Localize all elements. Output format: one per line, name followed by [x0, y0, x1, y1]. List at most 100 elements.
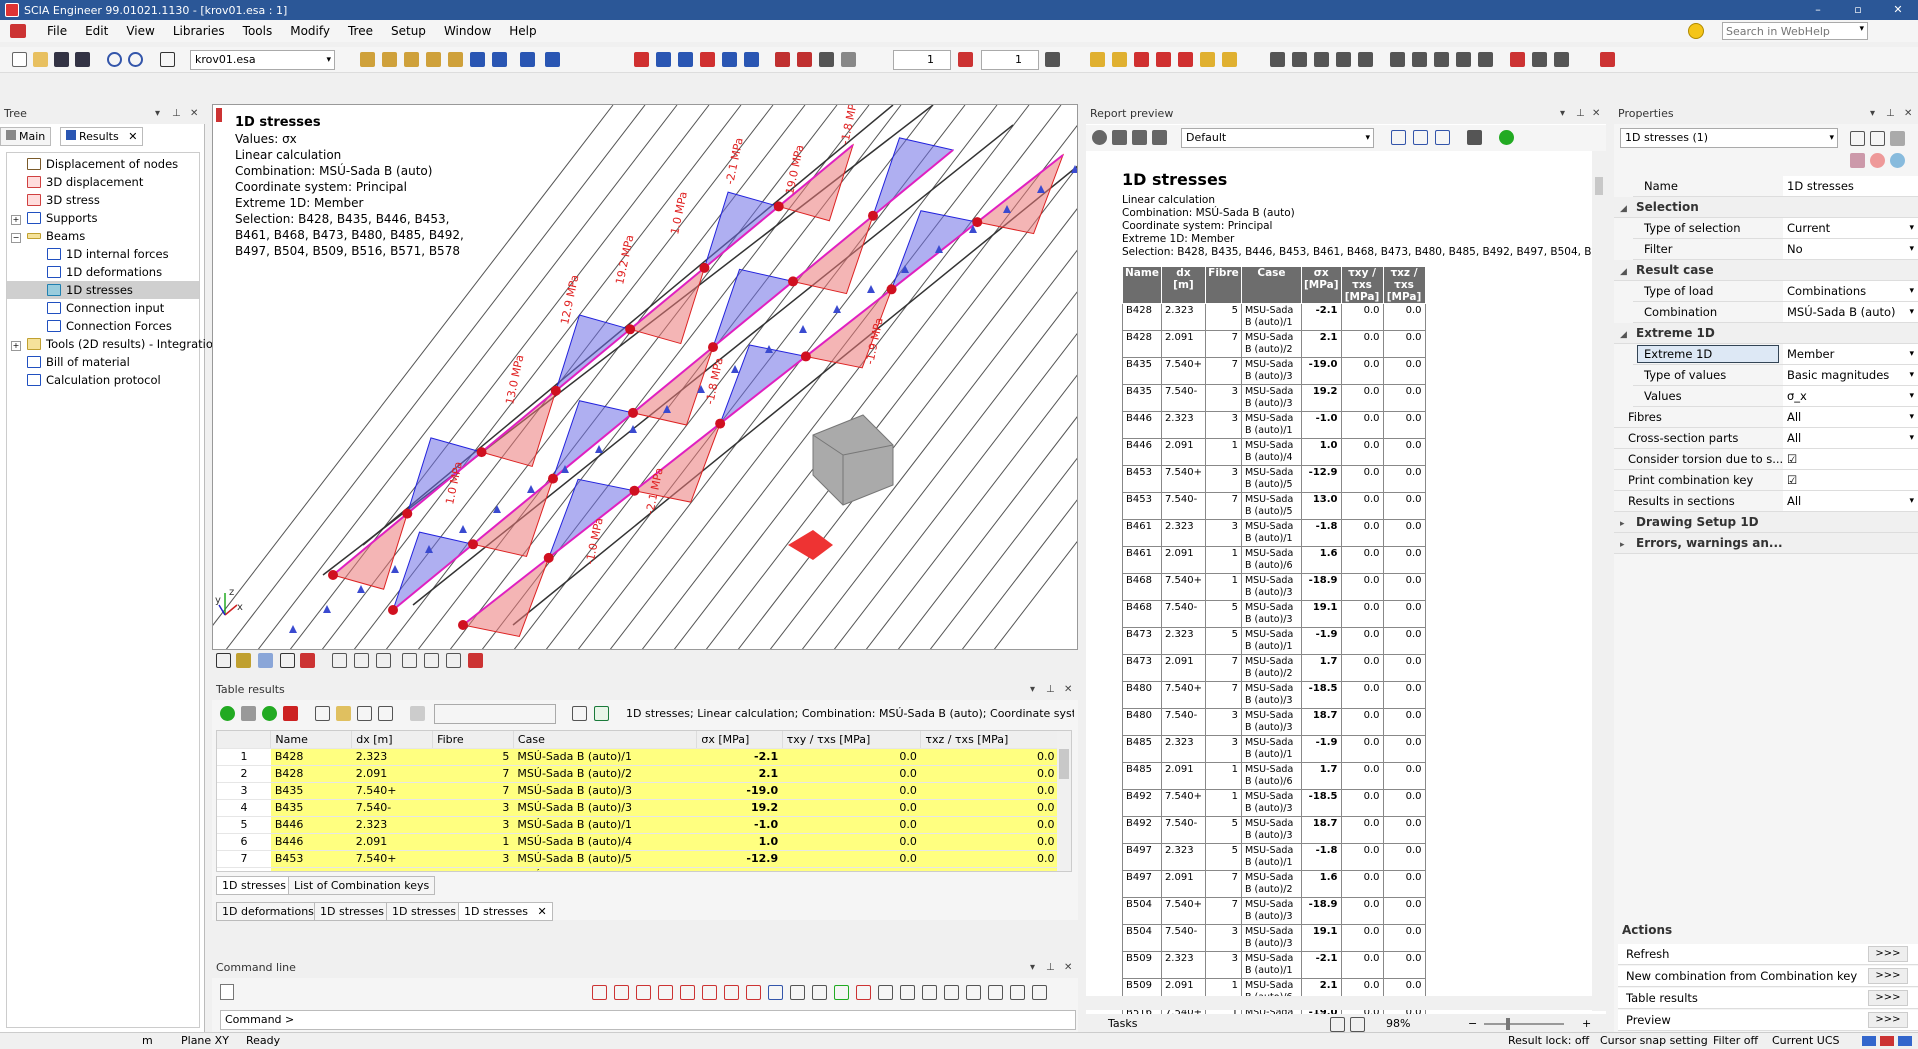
label-abc-icon[interactable]	[354, 653, 369, 668]
status-ucs[interactable]: Current UCS	[1772, 1033, 1840, 1049]
snap-tool-icon[interactable]	[636, 985, 651, 1000]
node-point[interactable]	[699, 262, 710, 273]
action-run-button[interactable]: >>>	[1868, 968, 1908, 984]
table-cell[interactable]: B428	[270, 748, 352, 766]
smiley-icon[interactable]	[1688, 23, 1704, 39]
node-point[interactable]	[715, 418, 726, 429]
menu-setup[interactable]: Setup	[382, 24, 435, 38]
command-input[interactable]: Command >	[220, 1010, 1076, 1030]
property-row[interactable]: Values σ_x ▾	[1633, 386, 1918, 407]
table-cell[interactable]: 0.0	[782, 867, 921, 871]
close-icon[interactable]: ✕	[1904, 104, 1912, 124]
display-tool-icon[interactable]	[1178, 52, 1193, 67]
view-tool-icon[interactable]	[841, 52, 856, 67]
table-cell[interactable]: 3	[432, 799, 514, 817]
node-point[interactable]	[543, 552, 554, 563]
settings-icon[interactable]	[1112, 130, 1127, 145]
refresh-green-icon[interactable]	[1499, 130, 1514, 145]
close-icon[interactable]: ✕	[128, 130, 137, 143]
property-row[interactable]: Type of values Basic magnitudes ▾	[1633, 365, 1918, 386]
table-cell[interactable]: MSÚ-Sada B (auto)/5	[513, 867, 697, 871]
table-cell[interactable]: 0.0	[782, 765, 921, 783]
table-cell[interactable]: 6	[217, 833, 271, 851]
tree-item-displacement-of-nodes[interactable]: Displacement of nodes	[27, 155, 178, 173]
new-file-icon[interactable]	[12, 52, 27, 67]
close-icon[interactable]: ✕	[190, 104, 198, 124]
structure-tool-icon[interactable]	[404, 52, 419, 67]
tension-diagram[interactable]	[331, 512, 409, 590]
chevron-down-icon[interactable]: ▾	[1909, 344, 1914, 364]
save-icon[interactable]	[54, 52, 69, 67]
doc-tab-1d-stresses[interactable]: 1D stresses	[314, 902, 391, 921]
menu-tools[interactable]: Tools	[234, 24, 282, 38]
snap-tool-icon[interactable]	[658, 985, 673, 1000]
support-symbol[interactable]	[595, 445, 603, 453]
table-cell[interactable]: B428	[270, 765, 352, 783]
snap-tool-icon[interactable]	[768, 985, 783, 1000]
color-icon[interactable]	[1890, 153, 1905, 168]
activity-icon[interactable]	[958, 52, 973, 67]
column-header[interactable]: Case	[513, 731, 698, 749]
layout-icon[interactable]	[1413, 130, 1428, 145]
table-cell[interactable]: 0.0	[782, 748, 921, 766]
table-cell[interactable]: 19.2	[696, 799, 783, 817]
column-header[interactable]	[217, 731, 272, 749]
node-point[interactable]	[388, 605, 398, 615]
action-row[interactable]: Refresh >>>	[1618, 944, 1918, 965]
table-cell[interactable]: 7	[217, 850, 271, 868]
table-cell[interactable]: MSÚ-Sada B (auto)/4	[513, 833, 697, 851]
support-symbol[interactable]	[323, 605, 331, 613]
chevron-down-icon[interactable]: ▾	[1909, 365, 1914, 385]
tension-diagram[interactable]	[629, 266, 706, 345]
zoom-slider[interactable]	[1484, 1023, 1564, 1025]
property-value[interactable]: Member ▾	[1783, 344, 1918, 364]
node-point[interactable]	[773, 201, 784, 212]
menu-edit[interactable]: Edit	[76, 24, 117, 38]
view-mode-icon[interactable]	[258, 653, 273, 668]
table-cell[interactable]: 3	[432, 850, 514, 868]
pin-icon[interactable]: ⊥	[172, 104, 181, 124]
print-icon[interactable]	[1478, 52, 1493, 67]
property-row[interactable]: Results in sections All ▾	[1614, 491, 1918, 512]
node-point[interactable]	[708, 342, 718, 353]
snap-tool-icon[interactable]	[680, 985, 695, 1000]
open-folder-icon[interactable]	[33, 52, 48, 67]
tree-item-bill-of-material[interactable]: Bill of material	[27, 353, 130, 371]
node-point[interactable]	[328, 570, 338, 580]
table-cell[interactable]: 1.0	[696, 833, 783, 851]
chevron-down-icon[interactable]: ▾	[1909, 218, 1914, 238]
label-abc-icon[interactable]	[332, 653, 347, 668]
table-cell[interactable]: MSÚ-Sada B (auto)/2	[513, 765, 697, 783]
status-unit[interactable]: m	[142, 1033, 153, 1049]
node-point[interactable]	[468, 539, 478, 550]
refresh-green-icon[interactable]	[220, 706, 235, 721]
table-cell[interactable]: 2.091	[351, 833, 433, 851]
view-tool-icon[interactable]	[775, 52, 790, 67]
zoom-out-icon[interactable]: −	[1468, 1014, 1477, 1034]
compression-diagram[interactable]	[871, 137, 955, 218]
compression-diagram[interactable]	[554, 314, 632, 393]
property-value[interactable]: σ_x ▾	[1783, 386, 1918, 406]
table-cell[interactable]: -12.9	[696, 850, 783, 868]
property-row[interactable]: Combination MSÚ-Sada B (auto) ▾	[1633, 302, 1918, 323]
grid-icon[interactable]	[315, 706, 330, 721]
selection-tool-icon[interactable]	[656, 52, 671, 67]
table-cell[interactable]: 0.0	[920, 850, 1059, 868]
app-menu-icon[interactable]	[10, 24, 26, 38]
tree-item-3d-displacement[interactable]: 3D displacement	[27, 173, 143, 191]
table-cell[interactable]: 0.0	[920, 799, 1059, 817]
table-cell[interactable]: 0.0	[920, 816, 1059, 834]
brush-icon[interactable]	[1850, 153, 1865, 168]
print-icon[interactable]	[1456, 52, 1471, 67]
menu-tree[interactable]: Tree	[339, 24, 382, 38]
structure-tool-icon[interactable]	[382, 52, 397, 67]
property-row[interactable]: Consider torsion due to s... ☑	[1614, 449, 1918, 470]
node-point[interactable]	[458, 620, 468, 630]
table-filter-combo[interactable]	[434, 704, 556, 724]
structure-tool-icon[interactable]	[470, 52, 485, 67]
property-row[interactable]: Filter No ▾	[1633, 239, 1918, 260]
menu-help[interactable]: Help	[500, 24, 545, 38]
spin-input-2[interactable]: 1	[981, 50, 1039, 70]
tree-item-3d-stress[interactable]: 3D stress	[27, 191, 100, 209]
zoom-slider-thumb[interactable]	[1506, 1018, 1510, 1030]
